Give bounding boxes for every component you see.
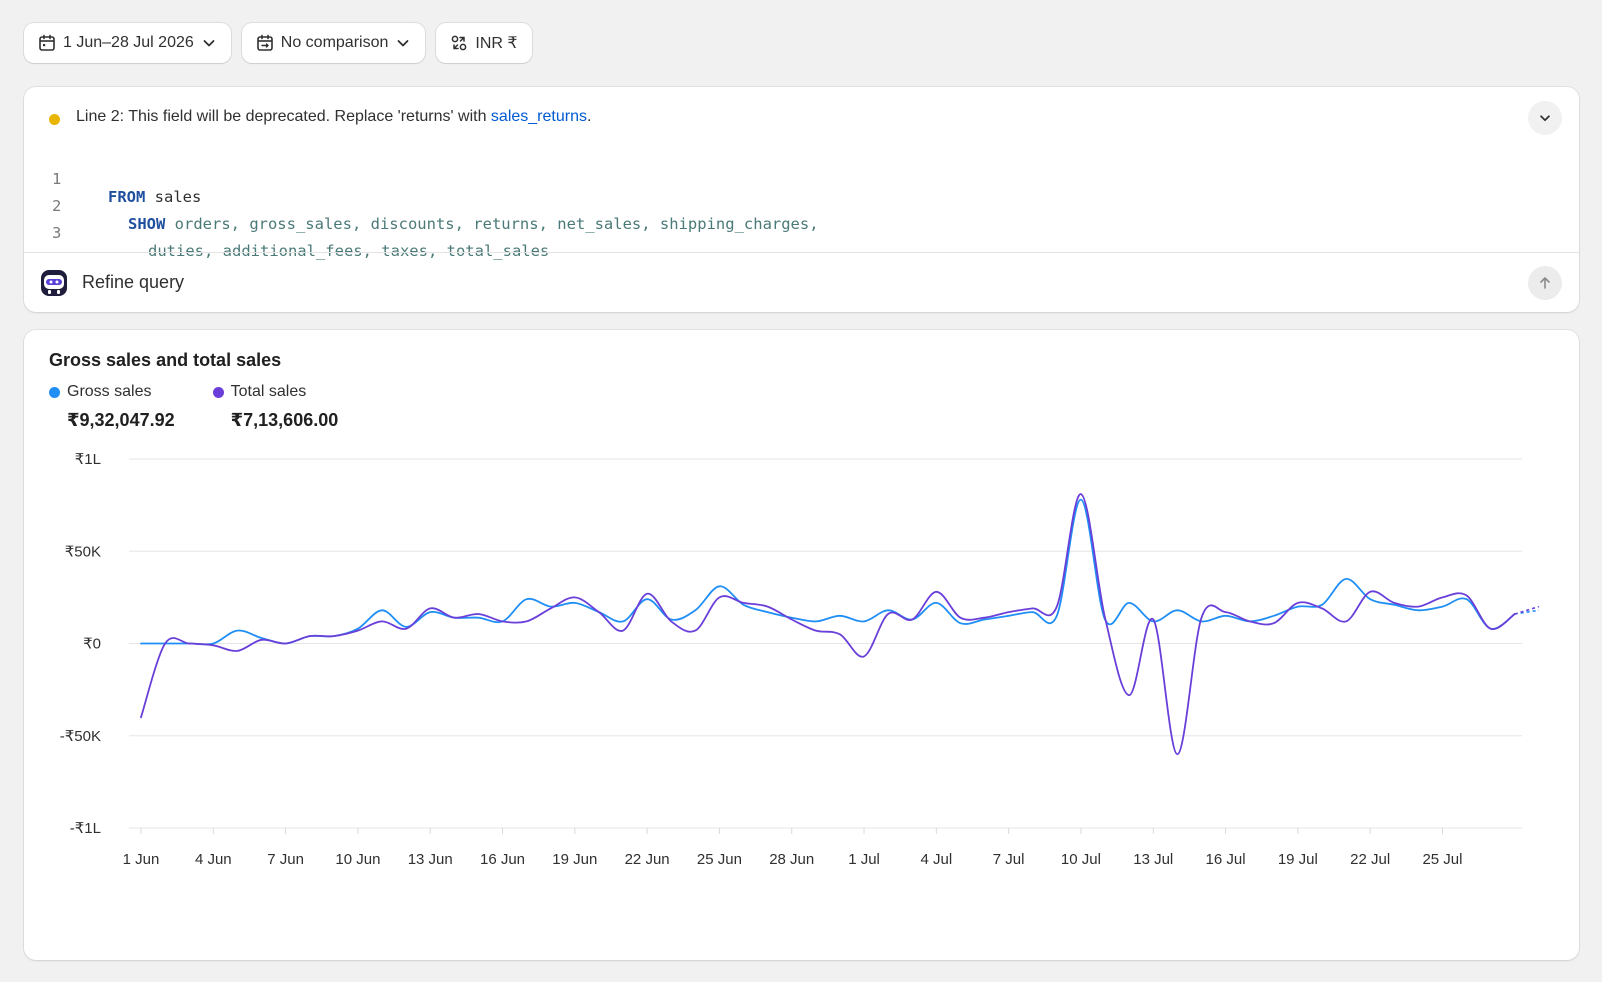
x-tick-label: 28 Jun xyxy=(769,851,814,868)
x-tick-label: 25 Jul xyxy=(1422,851,1462,868)
chart-legend: Gross sales ₹9,32,047.92 Total sales ₹7,… xyxy=(49,383,338,431)
date-range-label: 1 Jun–28 Jul 2026 xyxy=(63,34,194,51)
chart-title: Gross sales and total sales xyxy=(49,350,282,370)
collapse-warning-button[interactable] xyxy=(1528,101,1562,135)
y-tick-label: ₹0 xyxy=(83,636,101,653)
code-keyword: SHOW xyxy=(128,215,166,233)
report-toolbar: 1 Jun–28 Jul 2026 No comparison INR ₹ xyxy=(24,23,532,63)
x-tick-label: 22 Jun xyxy=(625,851,670,868)
x-tick-label: 7 Jun xyxy=(267,851,304,868)
y-tick-label: ₹1L xyxy=(75,451,101,468)
legend-series-name: Total sales xyxy=(230,383,307,400)
y-tick-label: -₹1L xyxy=(70,820,101,837)
code-text: orders, gross_sales, discounts, returns,… xyxy=(165,215,819,233)
x-tick-label: 1 Jun xyxy=(123,851,160,868)
query-editor-card: Line 2: This field will be deprecated. R… xyxy=(24,87,1579,312)
x-tick-label: 1 Jul xyxy=(848,851,880,868)
y-tick-label: -₹50K xyxy=(60,728,101,745)
x-tick-label: 16 Jun xyxy=(480,851,525,868)
chevron-down-icon xyxy=(397,40,409,47)
warning-message: Line 2: This field will be deprecated. R… xyxy=(76,108,591,126)
series-line-gross-sales xyxy=(140,498,1516,646)
refine-query-input[interactable]: Refine query xyxy=(82,272,184,293)
series-line-total-sales xyxy=(140,493,1516,756)
y-tick-label: ₹50K xyxy=(65,543,101,560)
calendar-compare-icon xyxy=(256,34,273,51)
submit-refine-button[interactable] xyxy=(1528,266,1562,300)
code-keyword: FROM xyxy=(108,188,146,206)
calendar-icon xyxy=(39,34,55,51)
date-range-picker[interactable]: 1 Jun–28 Jul 2026 xyxy=(24,23,231,63)
legend-color-dot xyxy=(212,386,224,398)
legend-item-gross-sales[interactable]: Gross sales ₹9,32,047.92 xyxy=(49,383,175,431)
code-line: 1 FROM sales xyxy=(24,152,201,206)
x-tick-label: 4 Jul xyxy=(920,851,952,868)
code-text: sales xyxy=(145,188,202,206)
sidekick-assistant-icon xyxy=(41,270,67,296)
warning-prefix: Line 2: This field will be deprecated. R… xyxy=(76,108,491,125)
x-tick-label: 22 Jul xyxy=(1350,851,1390,868)
chevron-down-icon xyxy=(1540,115,1550,122)
currency-picker[interactable]: INR ₹ xyxy=(436,23,532,63)
code-line: 2 SHOW orders, gross_sales, discounts, r… xyxy=(24,179,819,233)
comparison-label: No comparison xyxy=(280,34,389,51)
legend-series-total: ₹7,13,606.00 xyxy=(230,410,339,430)
legend-color-dot xyxy=(49,386,60,398)
legend-series-name: Gross sales xyxy=(67,383,152,400)
line-number: 3 xyxy=(52,224,62,242)
x-tick-label: 16 Jul xyxy=(1206,851,1246,868)
currency-label: INR ₹ xyxy=(475,35,518,52)
refine-query-bar: Refine query xyxy=(24,252,1579,312)
x-tick-label: 25 Jun xyxy=(697,851,742,868)
x-tick-label: 19 Jun xyxy=(552,851,597,868)
x-tick-label: 13 Jun xyxy=(408,851,453,868)
arrow-up-icon xyxy=(1540,277,1550,289)
comparison-picker[interactable]: No comparison xyxy=(241,23,426,63)
x-tick-label: 7 Jul xyxy=(993,851,1025,868)
warning-suffix: . xyxy=(586,108,592,125)
chevron-down-icon xyxy=(203,40,215,47)
x-tick-label: 10 Jul xyxy=(1061,851,1101,868)
x-tick-label: 19 Jul xyxy=(1278,851,1318,868)
warning-status-dot xyxy=(49,114,60,125)
sales-chart-card: ₹1L ₹50K ₹0 -₹50K -₹1L 1 Jun 4 Jun 7 Jun 10 Jun 1… xyxy=(24,330,1579,960)
x-tick-label: 13 Jul xyxy=(1133,851,1173,868)
deprecation-warning: Line 2: This field will be deprecated. R… xyxy=(24,87,1579,149)
legend-item-total-sales[interactable]: Total sales ₹7,13,606.00 xyxy=(212,383,339,431)
sales-returns-link[interactable]: sales_returns xyxy=(491,108,587,125)
x-tick-label: 10 Jun xyxy=(335,851,380,868)
currency-exchange-icon xyxy=(452,35,467,51)
x-tick-label: 4 Jun xyxy=(195,851,232,868)
legend-series-total: ₹9,32,047.92 xyxy=(67,410,175,430)
code-line: 3 duties, additional_fees, taxes, total_… xyxy=(24,206,549,260)
